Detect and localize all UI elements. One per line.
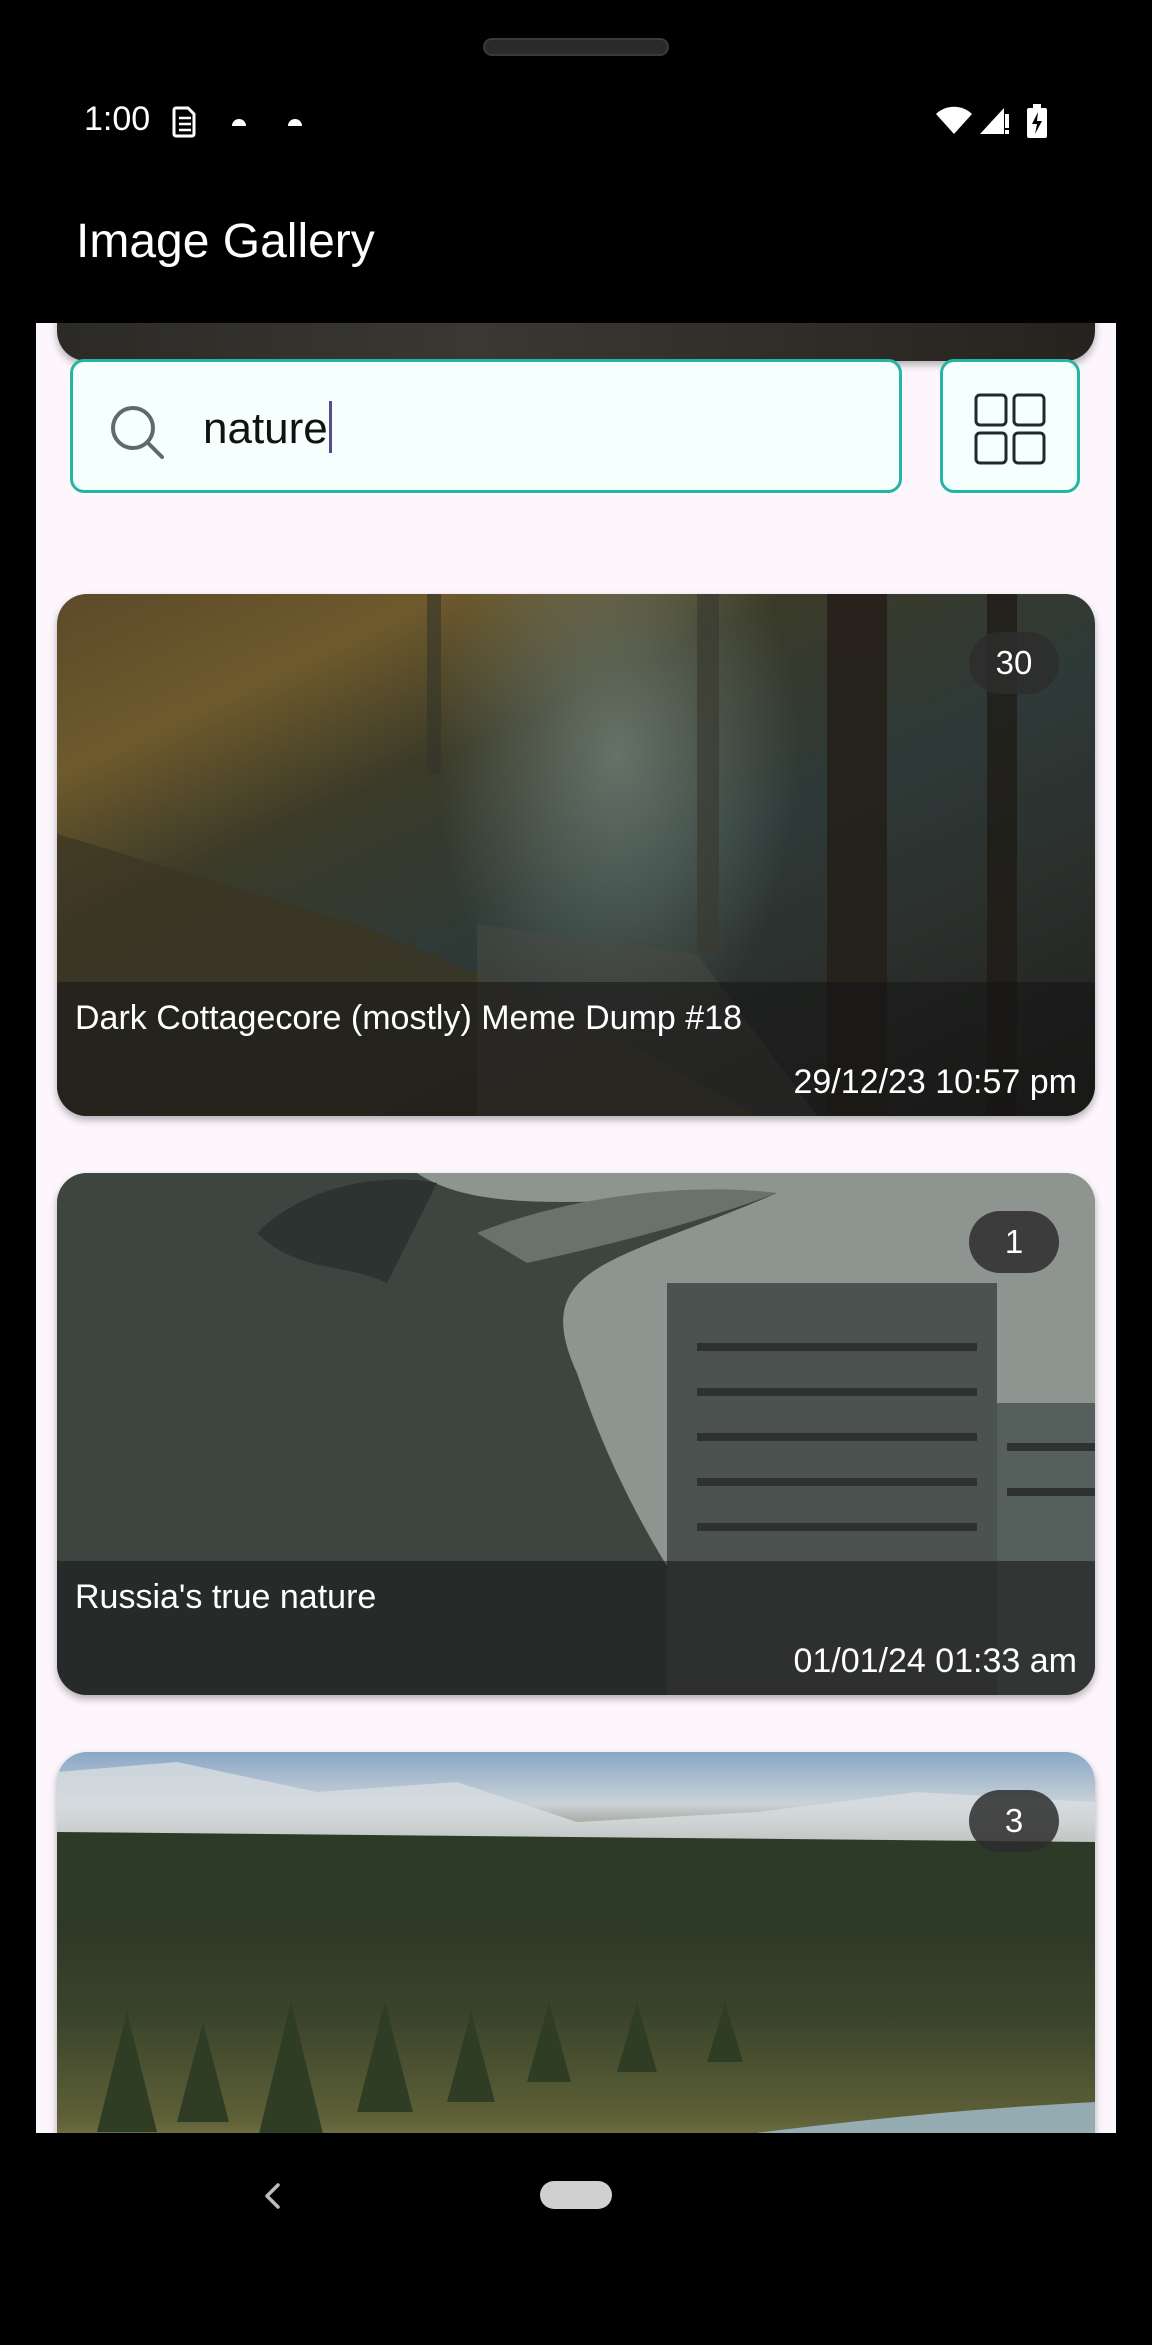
back-icon[interactable]	[258, 2181, 288, 2216]
battery-charging-icon	[1026, 104, 1048, 143]
sim-icon	[170, 104, 200, 145]
text-caret	[328, 401, 332, 453]
signal-icon	[978, 104, 1010, 141]
home-icon[interactable]	[540, 2181, 612, 2209]
pine-lake-landscape-photo	[57, 1752, 1095, 2133]
page-title: Image Gallery	[76, 215, 375, 268]
search-field[interactable]: nature	[70, 359, 902, 493]
wifi-icon	[934, 104, 974, 141]
gallery-card[interactable]: 3	[57, 1752, 1095, 2133]
search-input-value[interactable]: nature	[203, 401, 332, 454]
card-title: Russia's true nature	[75, 1578, 377, 1616]
item-count-badge: 1	[969, 1211, 1059, 1273]
search-icon	[107, 402, 167, 467]
status-time: 1:00	[84, 100, 151, 138]
partial-card-above[interactable]	[57, 323, 1095, 361]
earpiece-speaker	[483, 38, 669, 56]
device-frame: 1:00 Image Gallery 30 Dark Cottagecore (…	[0, 0, 1152, 2345]
gallery-card[interactable]: 1 Russia's true nature 01/01/24 01:33 am	[57, 1173, 1095, 1695]
grid-view-icon	[974, 393, 1046, 465]
card-title: Dark Cottagecore (mostly) Meme Dump #18	[75, 999, 743, 1037]
notification-dot-icon	[230, 114, 248, 132]
item-count-badge: 3	[969, 1790, 1059, 1852]
gallery-content[interactable]: 30 Dark Cottagecore (mostly) Meme Dump #…	[36, 323, 1116, 2133]
notification-dot-icon	[286, 114, 304, 132]
grid-view-button[interactable]	[940, 359, 1080, 493]
card-date: 01/01/24 01:33 am	[793, 1642, 1077, 1680]
card-date: 29/12/23 10:57 pm	[793, 1063, 1077, 1101]
system-nav-bar	[0, 2133, 1152, 2283]
gallery-card[interactable]: 30 Dark Cottagecore (mostly) Meme Dump #…	[57, 594, 1095, 1116]
item-count-badge: 30	[969, 632, 1059, 694]
status-bar: 1:00	[0, 90, 1152, 154]
